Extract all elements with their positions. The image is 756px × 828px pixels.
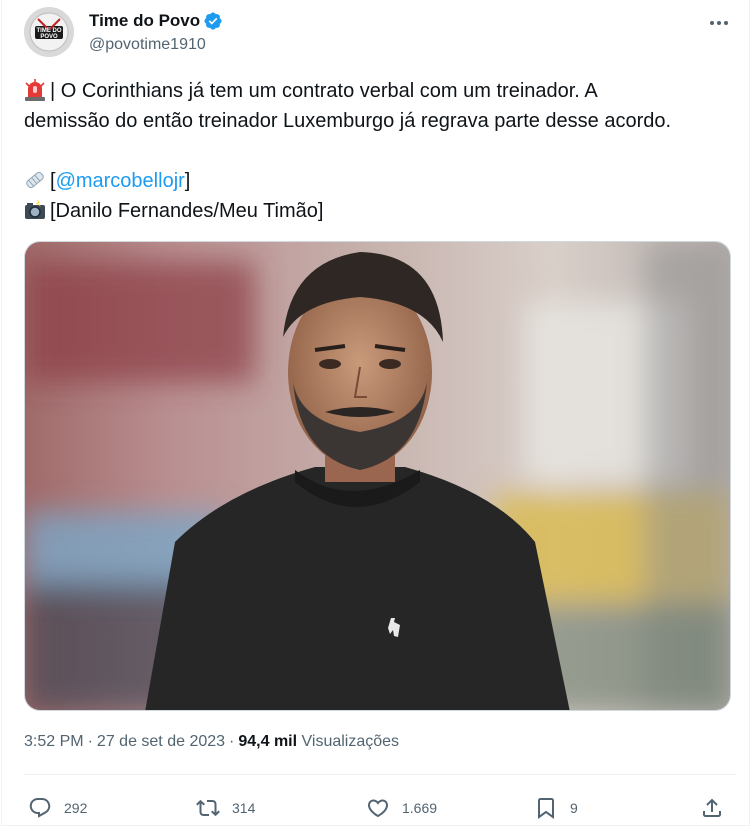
tweet-photo[interactable]	[24, 241, 731, 711]
tweet-header: TIME DO POVO Time do Povo @povotime1910	[24, 7, 736, 61]
avatar-text-bottom: POVO	[40, 34, 58, 40]
tweet-date[interactable]: 27 de set de 2023	[97, 733, 225, 750]
photo-credit: [Danilo Fernandes/Meu Timão]	[50, 200, 324, 222]
bookmark-button[interactable]: 9	[534, 790, 578, 826]
like-button[interactable]: 1.669	[366, 790, 437, 826]
divider	[24, 774, 736, 775]
tweet-time[interactable]: 3:52 PM	[24, 733, 84, 750]
reply-count: 292	[64, 800, 88, 816]
more-button[interactable]	[704, 11, 734, 35]
verified-badge-icon[interactable]	[203, 11, 223, 31]
avatar-logo: TIME DO POVO	[24, 7, 74, 57]
avatar[interactable]: TIME DO POVO	[24, 7, 74, 57]
reply-icon	[29, 798, 51, 818]
source-suffix: ]	[184, 170, 191, 192]
bookmark-count: 9	[570, 800, 578, 816]
repost-button[interactable]: 314	[196, 790, 255, 826]
mention-link[interactable]: @marcobellojr	[56, 170, 185, 192]
display-name[interactable]: Time do Povo	[89, 11, 200, 31]
photo-image	[25, 242, 730, 710]
camera-flash-icon	[24, 199, 46, 221]
more-icon	[710, 21, 728, 25]
tweet-text: | O Corinthians já tem um contrato verba…	[24, 76, 736, 226]
views-count: 94,4 mil	[238, 733, 298, 750]
repost-icon	[196, 799, 220, 817]
rolled-newspaper-icon	[24, 169, 46, 191]
share-button[interactable]	[700, 790, 724, 826]
like-count: 1.669	[402, 800, 438, 816]
action-bar: 292 314 1.669 9	[24, 790, 736, 826]
heart-icon	[367, 799, 389, 818]
user-handle[interactable]: @povotime1910	[89, 36, 223, 54]
tweet-line-1: | O Corinthians já tem um contrato verba…	[50, 80, 598, 102]
tweet-card: TIME DO POVO Time do Povo @povotime1910	[1, 0, 750, 826]
rotating-light-icon	[24, 79, 46, 101]
views-label: Visualizações	[301, 733, 400, 750]
tweet-meta: 3:52 PM · 27 de set de 2023 · 94,4 mil Visua…	[24, 733, 400, 750]
author-names: Time do Povo @povotime1910	[89, 10, 223, 54]
bookmark-icon	[538, 798, 554, 819]
reply-button[interactable]: 292	[28, 790, 87, 826]
repost-count: 314	[232, 800, 256, 816]
share-icon	[703, 798, 721, 817]
tweet-line-2: demissão do então treinador Luxemburgo j…	[24, 110, 672, 132]
